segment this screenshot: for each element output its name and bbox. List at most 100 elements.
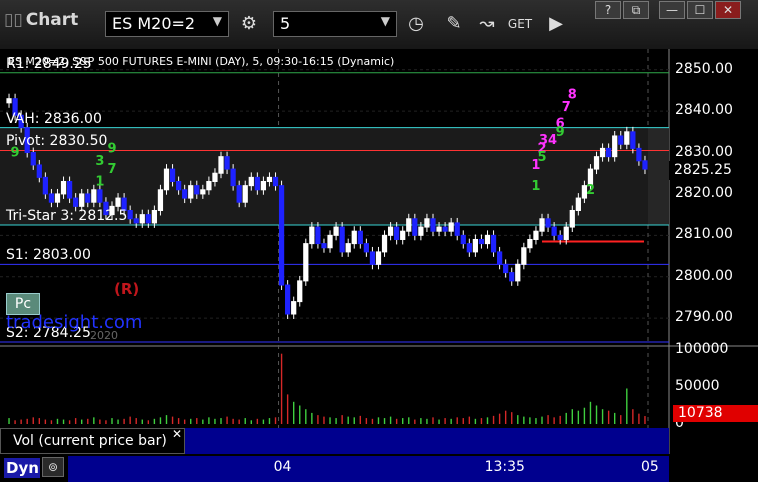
candle-body [194, 185, 200, 195]
candle-body [91, 189, 97, 203]
candle-body [315, 226, 321, 245]
candle-body [254, 176, 260, 191]
candle-body [406, 218, 412, 232]
setup-count-marker: 9 [556, 125, 565, 140]
candle-body [127, 209, 133, 220]
candle-body [642, 160, 648, 170]
candle-body [466, 243, 472, 253]
candle-body [297, 280, 303, 303]
candle-body [478, 238, 485, 245]
candle-body [309, 226, 315, 245]
candle-body [545, 218, 551, 228]
candle-body [212, 172, 218, 183]
candle-body [509, 272, 515, 282]
candle-body [54, 193, 61, 203]
candle-body [182, 189, 188, 199]
lock-icon[interactable]: ⊚ [42, 457, 64, 477]
r-marker: (R) [114, 280, 140, 298]
candle-body [539, 218, 545, 232]
close-indicator-icon[interactable]: ✕ [172, 427, 182, 441]
candle-body [224, 156, 230, 170]
candle-body [375, 251, 382, 265]
candle-body [593, 156, 600, 170]
candle-body [36, 164, 42, 178]
candle-body [139, 214, 145, 224]
setup-count-marker: 7 [107, 162, 116, 177]
price-tick-label: 2820.00 [675, 184, 733, 201]
candle-body [345, 243, 351, 253]
watermark-year: 2020 [90, 329, 118, 342]
volume-tick-label: 50000 [675, 378, 720, 394]
candle-body [272, 176, 279, 187]
candle-body [30, 152, 36, 166]
setup-count-marker: 7 [562, 100, 571, 115]
candle-body [321, 243, 327, 249]
candle-body [218, 156, 224, 174]
candle-body [236, 185, 242, 203]
candle-body [448, 222, 454, 232]
candle-body [97, 189, 103, 203]
price-tick-label: 2800.00 [675, 267, 733, 284]
volume-indicator-label[interactable]: Vol (current price bar) [0, 428, 185, 454]
time-tick-label: 04 [273, 459, 292, 475]
time-tick-label: 05 [641, 459, 659, 475]
price-tick-label: 2840.00 [675, 102, 733, 119]
setup-count-marker: 9 [107, 142, 116, 157]
level-label: Pivot: 2830.50 [6, 133, 108, 150]
candle-body [285, 284, 291, 315]
candle-body [327, 234, 333, 249]
candle-body [42, 176, 48, 195]
candle-body [339, 226, 345, 253]
candle-body [636, 147, 642, 162]
candle-body [515, 263, 521, 282]
candle-body [6, 98, 12, 104]
price-tick-label: 2790.00 [675, 309, 733, 326]
candle-body [303, 243, 309, 282]
candle-body [260, 181, 267, 191]
candle-body [575, 197, 581, 211]
price-tick-label: 2810.00 [675, 226, 733, 243]
setup-count-marker: 3 [95, 154, 104, 169]
dynamic-mode-label[interactable]: Dyn [4, 458, 40, 478]
value-area-shade [648, 127, 669, 225]
candle-body [503, 263, 509, 274]
candle-body [163, 168, 170, 191]
candle-body [612, 135, 618, 158]
candle-body [424, 218, 430, 228]
candle-body [624, 131, 630, 145]
current-volume-box: 10738 [673, 405, 758, 422]
candle-body [351, 230, 357, 245]
candle-body [66, 181, 73, 199]
candle-body [333, 226, 339, 236]
candle-body [630, 131, 636, 149]
candle-body [79, 193, 85, 207]
candle-body [557, 234, 563, 240]
candle-body [412, 218, 418, 236]
candle-body [521, 247, 527, 265]
candle-body [606, 147, 612, 158]
candle-body [533, 230, 539, 240]
candle-body [242, 185, 248, 203]
candle-body [188, 185, 194, 199]
setup-count-marker: 1 [531, 179, 540, 194]
candle-body [490, 234, 497, 253]
candle-body [169, 168, 176, 183]
candle-body [454, 222, 460, 236]
candle-body [484, 234, 491, 245]
time-axis-strip [68, 456, 669, 482]
volume-tick-label: 100000 [675, 341, 729, 357]
candle-body [357, 230, 363, 245]
candle-body [527, 238, 533, 249]
candle-body [363, 243, 369, 253]
price-chart[interactable]: 8763421159293197 [0, 0, 758, 482]
candle-body [418, 226, 424, 236]
setup-count-marker: 5 [537, 150, 546, 165]
candle-body [436, 226, 442, 232]
setup-count-marker: 1 [95, 175, 104, 190]
candle-body [48, 193, 55, 203]
candle-body [115, 197, 121, 207]
candle-body [73, 197, 79, 207]
level-label: VAH: 2836.00 [6, 110, 102, 127]
candle-body [472, 238, 479, 253]
candle-body [133, 218, 139, 224]
